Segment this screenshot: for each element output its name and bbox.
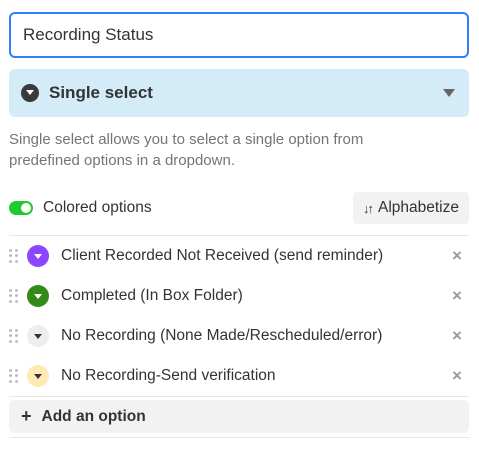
option-color-picker[interactable]: [27, 245, 49, 267]
remove-option-icon[interactable]: ×: [447, 286, 467, 306]
option-label-input[interactable]: [61, 321, 447, 351]
alphabetize-label: Alphabetize: [377, 199, 459, 216]
option-label-input[interactable]: [61, 281, 447, 311]
drag-handle-icon[interactable]: [9, 289, 19, 303]
divider: [9, 437, 469, 438]
chevron-down-icon: [443, 89, 455, 97]
option-color-picker[interactable]: [27, 325, 49, 347]
field-type-label: Single select: [49, 83, 153, 102]
toggle-knob: [21, 203, 31, 213]
remove-option-icon[interactable]: ×: [447, 326, 467, 346]
sort-arrows-icon: ↓↑: [362, 200, 374, 216]
chevron-down-icon: [34, 333, 42, 339]
option-row: ×: [9, 236, 469, 276]
field-type-select[interactable]: Single select: [9, 69, 469, 117]
option-label-input[interactable]: [61, 361, 447, 391]
colored-options-toggle[interactable]: [9, 201, 33, 215]
divider: [9, 396, 469, 397]
add-option-label: Add an option: [41, 407, 146, 425]
remove-option-icon[interactable]: ×: [447, 246, 467, 266]
option-row: ×: [9, 276, 469, 316]
add-option-button[interactable]: + Add an option: [9, 400, 469, 433]
option-row: ×: [9, 356, 469, 396]
option-color-picker[interactable]: [27, 285, 49, 307]
chevron-circle-icon: [21, 84, 39, 102]
field-name-input[interactable]: [9, 12, 469, 58]
drag-handle-icon[interactable]: [9, 369, 19, 383]
drag-handle-icon[interactable]: [9, 249, 19, 263]
chevron-down-icon: [34, 293, 42, 299]
option-label-input[interactable]: [61, 241, 447, 271]
colored-options-label: Colored options: [43, 199, 152, 216]
drag-handle-icon[interactable]: [9, 329, 19, 343]
remove-option-icon[interactable]: ×: [447, 366, 467, 386]
plus-icon: +: [21, 406, 32, 426]
colored-options-row: Colored options ↓↑ Alphabetize: [9, 192, 469, 224]
field-type-description: Single select allows you to select a sin…: [9, 131, 364, 169]
chevron-down-icon: [34, 253, 42, 259]
option-row: ×: [9, 316, 469, 356]
alphabetize-button[interactable]: ↓↑ Alphabetize: [352, 192, 469, 224]
option-color-picker[interactable]: [27, 365, 49, 387]
chevron-down-icon: [34, 373, 42, 379]
